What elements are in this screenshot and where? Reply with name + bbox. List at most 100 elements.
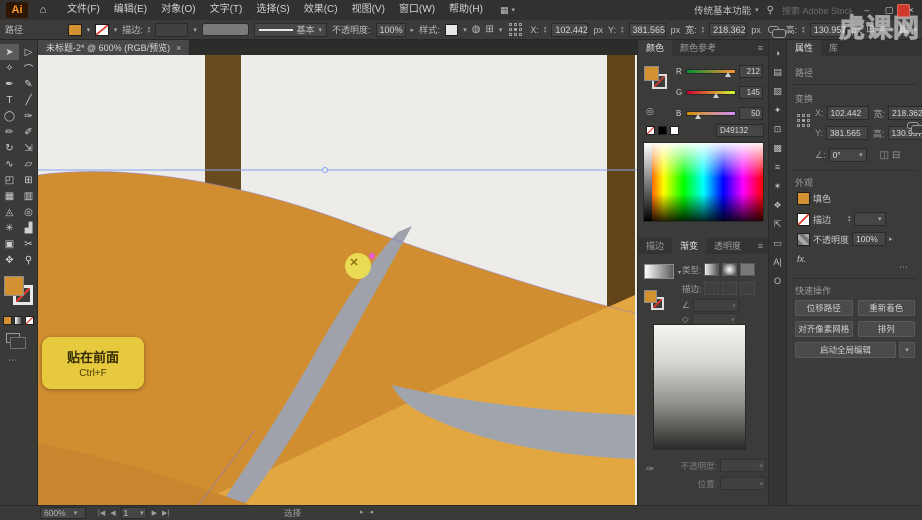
freeform-gradient-button[interactable] [740, 263, 755, 276]
color-panel-swatches[interactable] [644, 66, 674, 96]
menu-edit[interactable]: 编辑(E) [107, 0, 154, 20]
panel-menu-icon[interactable]: ≡ [758, 43, 768, 53]
flip-horizontal-icon[interactable]: ◫ [880, 150, 889, 161]
opacity-panel-arrow[interactable]: ▸ [889, 235, 893, 243]
g-slider[interactable] [686, 90, 736, 95]
rotate-tool[interactable]: ↻ [0, 140, 19, 156]
chevron-down-icon[interactable]: ▾ [87, 26, 91, 34]
none-swatch[interactable] [646, 126, 655, 135]
tab-libraries[interactable]: 库 [821, 40, 846, 56]
artboard-canvas[interactable]: 贴在前面 Ctrl+F [38, 55, 637, 505]
paintbrush-tool[interactable]: ✑ [19, 108, 38, 124]
gradient-position-field[interactable]: ▾ [720, 477, 766, 490]
width-field[interactable]: 218.362 [888, 106, 922, 120]
line-segment-tool[interactable]: ╱ [19, 92, 38, 108]
layers-panel-icon[interactable]: ❖ [773, 200, 781, 210]
r-slider[interactable] [686, 69, 736, 74]
gradient-mode-button[interactable] [14, 316, 23, 325]
blend-tool[interactable]: ◎ [19, 204, 38, 220]
arrange-dropdown-icon[interactable]: ▦ [899, 24, 908, 35]
symbols-panel-icon[interactable]: ✦ [774, 105, 782, 115]
tab-properties[interactable]: 属性 [787, 40, 821, 56]
gradient-opacity-field[interactable]: ▾ [720, 459, 766, 472]
toolbar-more-icon[interactable]: ⋯ [8, 355, 37, 366]
perspective-grid-tool[interactable]: ⊞ [19, 172, 38, 188]
window-restore-button[interactable]: ▢ [882, 5, 896, 16]
fill-swatch[interactable] [797, 192, 810, 205]
reference-point-locator[interactable] [509, 23, 523, 37]
window-close-button[interactable]: × [904, 5, 918, 15]
constrain-proportions-icon[interactable] [907, 122, 919, 129]
shape-builder-tool[interactable]: ◰ [0, 172, 19, 188]
zoom-tool[interactable]: ⚲ [19, 252, 38, 268]
reference-point-locator[interactable] [797, 114, 811, 128]
stroke-across-button[interactable] [740, 282, 755, 295]
free-transform-tool[interactable]: ▱ [19, 156, 38, 172]
constrain-proportions-icon[interactable] [768, 26, 779, 33]
lasso-tool[interactable]: ⌒ [19, 60, 38, 76]
document-tab[interactable]: 未标题-2* @ 600% (RGB/预览) × [38, 40, 190, 55]
fill-color-swatch[interactable] [68, 24, 82, 36]
color-spectrum[interactable] [643, 142, 764, 222]
curvature-tool[interactable]: ✎ [19, 76, 38, 92]
menu-file[interactable]: 文件(F) [60, 0, 107, 20]
fill-swatch[interactable] [644, 290, 657, 303]
align-dropdown-icon[interactable]: ≡ [880, 24, 886, 35]
hand-tool[interactable]: ✥ [0, 252, 19, 268]
first-artboard-button[interactable]: |◀ [98, 509, 105, 517]
symbol-sprayer-tool[interactable]: ✳ [0, 220, 19, 236]
b-slider[interactable] [686, 111, 736, 116]
radial-gradient-button[interactable] [722, 263, 737, 276]
chevron-down-icon[interactable]: ▾ [114, 26, 118, 34]
selection-tool[interactable]: ➤ [0, 44, 19, 60]
paragraph-panel-icon[interactable]: O [774, 276, 781, 286]
magic-panel-icon[interactable]: ✶ [774, 181, 782, 191]
align-panel-icon[interactable]: ≡ [775, 162, 780, 172]
global-edit-button[interactable]: 启动全局编辑 [795, 342, 896, 358]
transform-icon[interactable]: ⊡ [866, 24, 874, 35]
brush-definition-dropdown[interactable] [202, 23, 249, 36]
fill-swatch[interactable] [4, 276, 24, 296]
menu-select[interactable]: 选择(S) [249, 0, 296, 20]
type-tool[interactable]: T [0, 92, 19, 108]
g-value-field[interactable]: 145 [739, 86, 763, 99]
more-options-icon[interactable]: ⋯ [899, 262, 908, 273]
recolor-button[interactable]: 重新着色 [858, 300, 916, 316]
brushes-panel-icon[interactable]: ▨ [773, 86, 782, 96]
slice-tool[interactable]: ✂ [19, 236, 38, 252]
artboards-panel-icon[interactable]: ▭ [773, 238, 782, 248]
x-field[interactable]: 102.442 [827, 106, 869, 120]
b-value-field[interactable]: 50 [739, 107, 763, 120]
tab-stroke[interactable]: 描边 [638, 238, 672, 254]
adobe-stock-search-label[interactable]: 搜索 Adobe Stock [782, 4, 852, 17]
opacity-icon[interactable] [797, 233, 810, 246]
gradient-preview[interactable] [653, 324, 746, 450]
chevron-down-icon[interactable]: ▾ [193, 26, 197, 34]
document-setup-icon[interactable]: ⊞ [485, 24, 493, 35]
tab-color-guide[interactable]: 颜色参考 [672, 40, 724, 56]
pen-tool[interactable]: ✒ [0, 76, 19, 92]
fill-swatch[interactable] [644, 66, 659, 81]
stroke-weight-field[interactable] [155, 23, 188, 37]
scale-tool[interactable]: ⇲ [19, 140, 38, 156]
global-edit-dropdown[interactable]: ▾ [899, 342, 915, 358]
menu-type[interactable]: 文字(T) [203, 0, 250, 20]
y-field[interactable]: 381.565 [826, 126, 868, 140]
color-mode-button[interactable] [3, 316, 12, 325]
artboard-tool[interactable]: ▣ [0, 236, 19, 252]
tab-transparency[interactable]: 透明度 [706, 238, 749, 254]
export-panel-icon[interactable]: ⇱ [774, 219, 782, 229]
flip-vertical-icon[interactable]: ⊟ [892, 150, 900, 161]
opacity-panel-arrow[interactable]: ▸ [411, 26, 415, 34]
gradient-thumbnail[interactable]: ▾ [644, 264, 674, 279]
hex-value-field[interactable]: D49132 [716, 124, 764, 137]
magic-wand-tool[interactable]: ✧ [0, 60, 19, 76]
menu-object[interactable]: 对象(O) [154, 0, 202, 20]
color-panel-icon[interactable]: ◑ [775, 48, 780, 58]
previous-artboard-button[interactable]: ◀ [110, 509, 115, 517]
menu-effect[interactable]: 效果(C) [297, 0, 345, 20]
last-artboard-button[interactable]: ▶| [162, 509, 169, 517]
direct-selection-tool[interactable]: ▷ [19, 44, 38, 60]
drawing-mode-button[interactable] [6, 333, 20, 343]
fx-button[interactable]: fx. [797, 254, 807, 264]
